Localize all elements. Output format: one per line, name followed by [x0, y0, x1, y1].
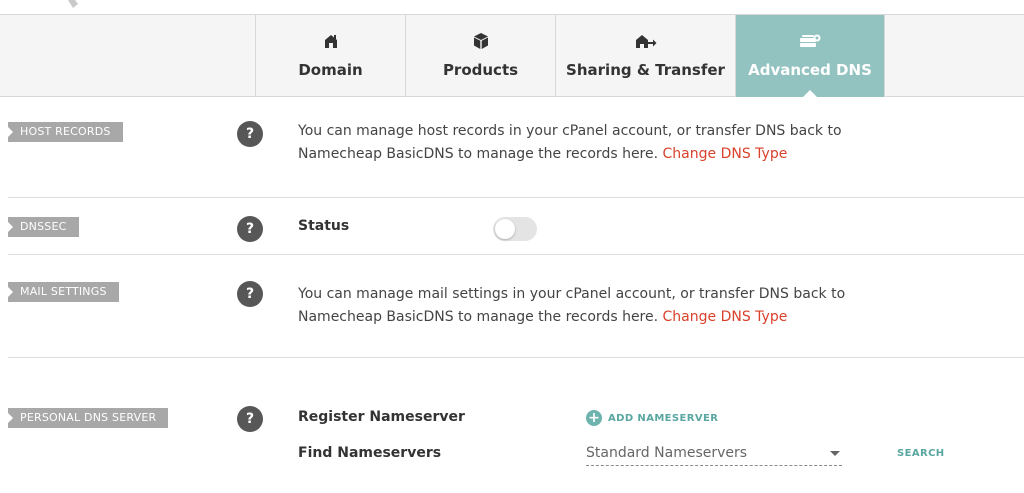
- divider: [8, 254, 1024, 255]
- section-tag-host-records: HOST RECORDS: [8, 122, 123, 142]
- find-nameservers-label: Find Nameservers: [298, 445, 442, 461]
- question-icon: ?: [245, 126, 255, 142]
- add-nameserver-label: ADD NAMESERVER: [608, 412, 719, 424]
- add-nameserver-button[interactable]: + ADD NAMESERVER: [586, 410, 718, 426]
- personal-dns-help-button[interactable]: ?: [237, 406, 263, 432]
- change-dns-type-link[interactable]: Change DNS Type: [663, 309, 788, 325]
- register-nameserver-label: Register Nameserver: [298, 409, 465, 425]
- tab-label: Advanced DNS: [748, 61, 872, 79]
- dnssec-status-toggle[interactable]: [493, 217, 537, 241]
- divider: [8, 197, 1024, 198]
- question-icon: ?: [245, 411, 255, 427]
- section-tag-personal-dns-server: PERSONAL DNS SERVER: [8, 408, 169, 428]
- box-icon: [469, 31, 493, 51]
- server-icon: [798, 31, 822, 51]
- tab-label: Sharing & Transfer: [566, 61, 725, 79]
- host-records-description: You can manage host records in your cPan…: [298, 120, 918, 166]
- tab-bar: Domain Products Sharing & Transfer Advan…: [0, 14, 1024, 98]
- nameserver-type-select[interactable]: Standard Nameservers: [586, 442, 842, 466]
- tab-advanced-dns[interactable]: Advanced DNS: [735, 15, 885, 98]
- dnssec-status-label: Status: [298, 218, 350, 234]
- tab-sharing-transfer[interactable]: Sharing & Transfer: [555, 15, 735, 97]
- house-arrow-icon: [634, 31, 658, 51]
- top-strip: [0, 0, 1024, 14]
- mail-settings-description: You can manage mail settings in your cPa…: [298, 283, 918, 329]
- house-icon: [319, 31, 343, 51]
- question-icon: ?: [245, 286, 255, 302]
- section-tag-mail-settings: MAIL SETTINGS: [8, 282, 119, 302]
- tab-products[interactable]: Products: [405, 15, 555, 97]
- tab-label: Domain: [298, 61, 363, 79]
- tab-label: Products: [442, 61, 519, 79]
- tab-domain[interactable]: Domain: [255, 15, 405, 97]
- search-button[interactable]: SEARCH: [897, 448, 945, 459]
- tabs: Domain Products Sharing & Transfer Advan…: [255, 15, 885, 98]
- host-records-help-button[interactable]: ?: [237, 121, 263, 147]
- section-tag-dnssec: DNSSEC: [8, 217, 79, 237]
- chevron-down-icon: [830, 451, 840, 456]
- logo-fragment-icon: [68, 0, 78, 8]
- select-value: Standard Nameservers: [586, 445, 748, 461]
- mail-settings-help-button[interactable]: ?: [237, 281, 263, 307]
- question-icon: ?: [245, 221, 255, 237]
- dnssec-help-button[interactable]: ?: [237, 216, 263, 242]
- divider: [8, 357, 1024, 358]
- change-dns-type-link[interactable]: Change DNS Type: [663, 146, 788, 162]
- toggle-knob: [495, 219, 515, 239]
- plus-circle-icon: +: [586, 410, 602, 426]
